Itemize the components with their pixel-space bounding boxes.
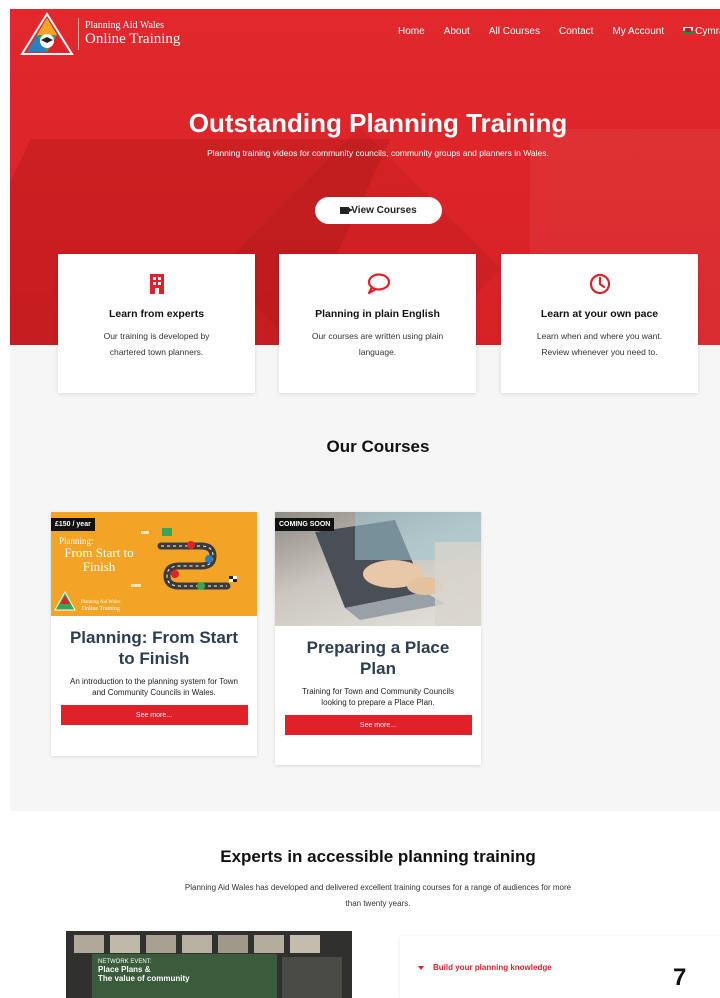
event-title-2: The value of community xyxy=(98,974,190,983)
see-more-button[interactable]: See more... xyxy=(284,715,472,735)
feature-card-plain-english: Planning in plain English Our courses ar… xyxy=(279,254,476,393)
view-courses-label: View Courses xyxy=(351,205,417,216)
building-icon xyxy=(149,274,164,294)
hero-title: Outstanding Planning Training xyxy=(188,108,568,138)
video-camera-icon xyxy=(340,207,354,214)
course-card-place-plan[interactable]: COMING SOON Preparing a Place Plan Train… xyxy=(275,512,481,765)
caret-down-icon xyxy=(418,965,424,970)
nav-contact[interactable]: Contact xyxy=(559,26,593,37)
welsh-flag-icon xyxy=(683,27,694,34)
page-number: 7 xyxy=(673,964,687,991)
nav-all-courses[interactable]: All Courses xyxy=(489,26,540,37)
experts-description: Planning Aid Wales has developed and del… xyxy=(184,883,572,908)
feature-description: Our courses are written using plain lang… xyxy=(311,331,444,357)
logo-text: Planning Aid Wales Online Training xyxy=(85,21,180,47)
feature-title: Learn at your own pace xyxy=(540,308,659,320)
speech-bubble-icon xyxy=(367,273,390,295)
image-title: From Start to Finish xyxy=(64,545,134,574)
price-badge: £150 / year xyxy=(51,518,95,531)
brand-line-1: Planning Aid Wales xyxy=(85,20,165,31)
image-brand: Planning Aid Wales Online Training xyxy=(81,600,121,612)
event-title-1: Place Plans & xyxy=(98,965,151,974)
course-title[interactable]: Preparing a Place Plan xyxy=(275,637,481,679)
nav-my-account[interactable]: My Account xyxy=(612,26,664,37)
main-nav: Home About All Courses Contact My Accoun… xyxy=(398,26,720,37)
coming-soon-badge: COMING SOON xyxy=(275,518,335,531)
clock-icon xyxy=(589,273,610,295)
feature-card-own-pace: Learn at your own pace Learn when and wh… xyxy=(501,254,698,393)
feature-title: Planning in plain English xyxy=(315,308,440,320)
feature-description: Learn when and where you want. Review wh… xyxy=(536,331,663,357)
course-description: Training for Town and Community Councils… xyxy=(301,687,455,707)
accordion: Build your planning knowledge xyxy=(400,936,720,998)
brand-line-2: Online Training xyxy=(85,31,181,47)
logo-triangle-icon xyxy=(20,12,74,55)
see-more-button[interactable]: See more... xyxy=(60,705,248,725)
nav-language[interactable]: Cymra xyxy=(683,26,720,37)
feature-title: Learn from experts xyxy=(108,308,205,320)
site-logo[interactable]: Planning Aid Wales Online Training xyxy=(20,12,180,56)
course-image: COMING SOON xyxy=(275,512,481,626)
view-courses-button[interactable]: View Courses xyxy=(315,197,442,224)
experts-heading: Experts in accessible planning training xyxy=(220,847,536,866)
nav-about[interactable]: About xyxy=(444,26,470,37)
accordion-item[interactable]: Build your planning knowledge xyxy=(418,963,552,972)
course-description: An introduction to the planning system f… xyxy=(70,677,238,697)
feature-description: Our training is developed by chartered t… xyxy=(103,331,210,357)
course-title[interactable]: Planning: From Start to Finish xyxy=(51,627,257,669)
accordion-item-label: Build your planning knowledge xyxy=(433,963,552,972)
course-image: £150 / year Planning: From Start to Fini… xyxy=(51,512,257,616)
nav-language-label: Cymra xyxy=(695,26,720,37)
page: Planning Aid Wales Online Training Home … xyxy=(10,9,720,998)
image-brand-line-2: Online Training xyxy=(81,606,120,612)
event-screen: NETWORK EVENT: Place Plans & The value o… xyxy=(92,954,277,998)
feature-card-experts: Learn from experts Our training is devel… xyxy=(58,254,255,393)
hero-subtitle: Planning training videos for community c… xyxy=(207,148,549,158)
event-photo: NETWORK EVENT: Place Plans & The value o… xyxy=(66,931,352,998)
nav-home[interactable]: Home xyxy=(398,26,425,37)
courses-heading: Our Courses xyxy=(326,437,430,456)
course-card-planning[interactable]: £150 / year Planning: From Start to Fini… xyxy=(51,512,257,756)
logo-separator xyxy=(78,18,79,50)
